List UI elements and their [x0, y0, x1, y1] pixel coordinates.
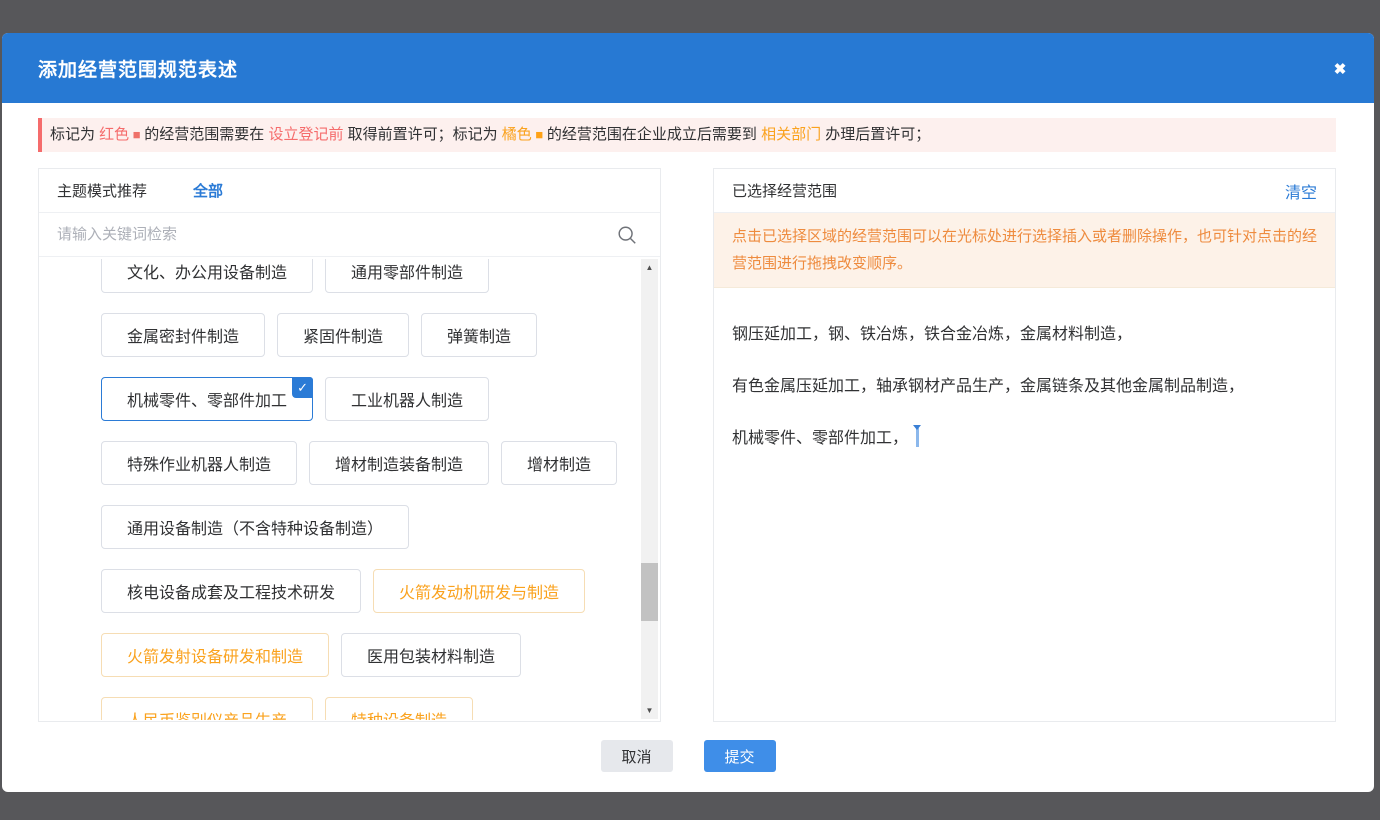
scope-tag-button[interactable]: 文化、办公用设备制造 — [101, 259, 313, 293]
banner-text: 办理后置许可； — [821, 126, 930, 143]
dialog-footer: 取消 提交 — [2, 740, 1374, 772]
text-cursor-icon — [916, 428, 919, 447]
search-icon[interactable] — [616, 224, 638, 246]
red-label: 红色 — [99, 126, 129, 143]
selected-scope-line[interactable]: 钢压延加工，钢、铁冶炼，铁合金冶炼，金属材料制造， — [732, 324, 1317, 346]
scope-tag-button[interactable]: 增材制造装备制造 — [309, 441, 489, 485]
scope-tag-button[interactable]: 弹簧制造 — [421, 313, 537, 357]
tag-row: 金属密封件制造紧固件制造弹簧制造 — [101, 313, 641, 357]
scope-tag-button[interactable]: 核电设备成套及工程技术研发 — [101, 569, 361, 613]
search-row — [39, 213, 660, 257]
scope-tag-button[interactable]: 通用设备制造（不含特种设备制造） — [101, 505, 409, 549]
banner-text: 的经营范围需要在 — [144, 126, 268, 143]
selected-scope-line[interactable]: 机械零件、零部件加工， — [732, 428, 1317, 450]
banner-text: 标记为 — [50, 126, 99, 143]
permit-legend-banner: 标记为 红色 ■ 的经营范围需要在 设立登记前 取得前置许可；标记为 橘色 ■ … — [38, 118, 1336, 152]
page-overlay: 添加经营范围规范表述 ✖ 标记为 红色 ■ 的经营范围需要在 设立登记前 取得前… — [0, 0, 1380, 820]
scope-tag-button[interactable]: 火箭发射设备研发和制造 — [101, 633, 329, 677]
tab-all[interactable]: 全部 — [193, 180, 223, 201]
scope-tag-button[interactable]: 特殊作业机器人制造 — [101, 441, 297, 485]
tag-row: 文化、办公用设备制造通用零部件制造 — [101, 259, 641, 293]
selected-scope-panel: 已选择经营范围 清空 点击已选择区域的经营范围可以在光标处进行选择插入或者删除操… — [713, 168, 1336, 722]
scrollbar-thumb[interactable] — [641, 563, 658, 621]
tag-row: 机械零件、零部件加工✓ 工业机器人制造 — [101, 377, 641, 421]
scrollbar-track[interactable] — [641, 276, 658, 702]
tag-row: 火箭发射设备研发和制造医用包装材料制造 — [101, 633, 641, 677]
catalog-tabbar: 主题模式推荐 全部 — [39, 169, 660, 213]
scope-tag-button[interactable]: 特种设备制造 — [325, 697, 473, 720]
scope-tag-list: 文化、办公用设备制造通用零部件制造金属密封件制造紧固件制造弹簧制造机械零件、零部… — [39, 259, 641, 720]
banner-text: 的经营范围在企业成立后需要到 — [547, 126, 761, 143]
dialog-title: 添加经营范围规范表述 — [38, 55, 238, 82]
orange-label: 橘色 — [502, 126, 532, 143]
scope-tag-button[interactable]: 通用零部件制造 — [325, 259, 489, 293]
scroll-up-icon[interactable]: ▲ — [641, 259, 658, 276]
tag-row: 人民币鉴别仪产品生产特种设备制造 — [101, 697, 641, 720]
tab-theme-recommend[interactable]: 主题模式推荐 — [57, 180, 147, 201]
scope-tag-rows: 文化、办公用设备制造通用零部件制造金属密封件制造紧固件制造弹簧制造机械零件、零部… — [39, 259, 641, 720]
scope-tag-button[interactable]: 人民币鉴别仪产品生产 — [101, 697, 313, 720]
selected-scope-text[interactable]: 钢压延加工，钢、铁冶炼，铁合金冶炼，金属材料制造， 有色金属压延加工，轴承钢材产品… — [714, 288, 1335, 450]
clear-button[interactable]: 清空 — [1285, 179, 1317, 203]
scope-tag-button[interactable]: 火箭发动机研发与制造 — [373, 569, 585, 613]
dialog-header: 添加经营范围规范表述 ✖ — [2, 33, 1374, 103]
check-icon: ✓ — [292, 377, 313, 398]
red-square-icon: ■ — [129, 127, 144, 142]
tag-row: 核电设备成套及工程技术研发火箭发动机研发与制造 — [101, 569, 641, 613]
selected-scope-line[interactable]: 有色金属压延加工，轴承钢材产品生产，金属链条及其他金属制品制造， — [732, 376, 1317, 398]
cancel-button[interactable]: 取消 — [601, 740, 673, 772]
submit-button[interactable]: 提交 — [704, 740, 776, 772]
add-business-scope-dialog: 添加经营范围规范表述 ✖ 标记为 红色 ■ 的经营范围需要在 设立登记前 取得前… — [2, 33, 1374, 792]
close-icon[interactable]: ✖ — [1328, 57, 1352, 81]
orange-square-icon: ■ — [532, 127, 547, 142]
scope-tag-button[interactable]: 增材制造 — [501, 441, 617, 485]
banner-text: 取得前置许可；标记为 — [343, 126, 501, 143]
scope-tag-button[interactable]: 机械零件、零部件加工✓ — [101, 377, 313, 421]
scroll-down-icon[interactable]: ▼ — [641, 702, 658, 719]
search-input[interactable] — [57, 226, 597, 243]
selected-scope-title: 已选择经营范围 — [732, 180, 837, 201]
scope-catalog-panel: 主题模式推荐 全部 文化、办公用设备制造通用零部件制造金属密封件制造紧固件制造弹… — [38, 168, 661, 722]
scope-tag-button[interactable]: 医用包装材料制造 — [341, 633, 521, 677]
tag-row: 特殊作业机器人制造增材制造装备制造增材制造 — [101, 441, 641, 485]
scope-tag-button[interactable]: 金属密封件制造 — [101, 313, 265, 357]
scope-tag-button[interactable]: 紧固件制造 — [277, 313, 409, 357]
scope-tag-button[interactable]: 工业机器人制造 — [325, 377, 489, 421]
tag-row: 通用设备制造（不含特种设备制造） — [101, 505, 641, 549]
list-scrollbar[interactable]: ▲ ▼ — [641, 259, 658, 719]
related-dept-label: 相关部门 — [761, 126, 821, 143]
pre-permit-label: 设立登记前 — [268, 126, 343, 143]
selected-scope-hint: 点击已选择区域的经营范围可以在光标处进行选择插入或者删除操作，也可针对点击的经营… — [714, 213, 1335, 288]
selected-scope-header: 已选择经营范围 清空 — [714, 169, 1335, 213]
